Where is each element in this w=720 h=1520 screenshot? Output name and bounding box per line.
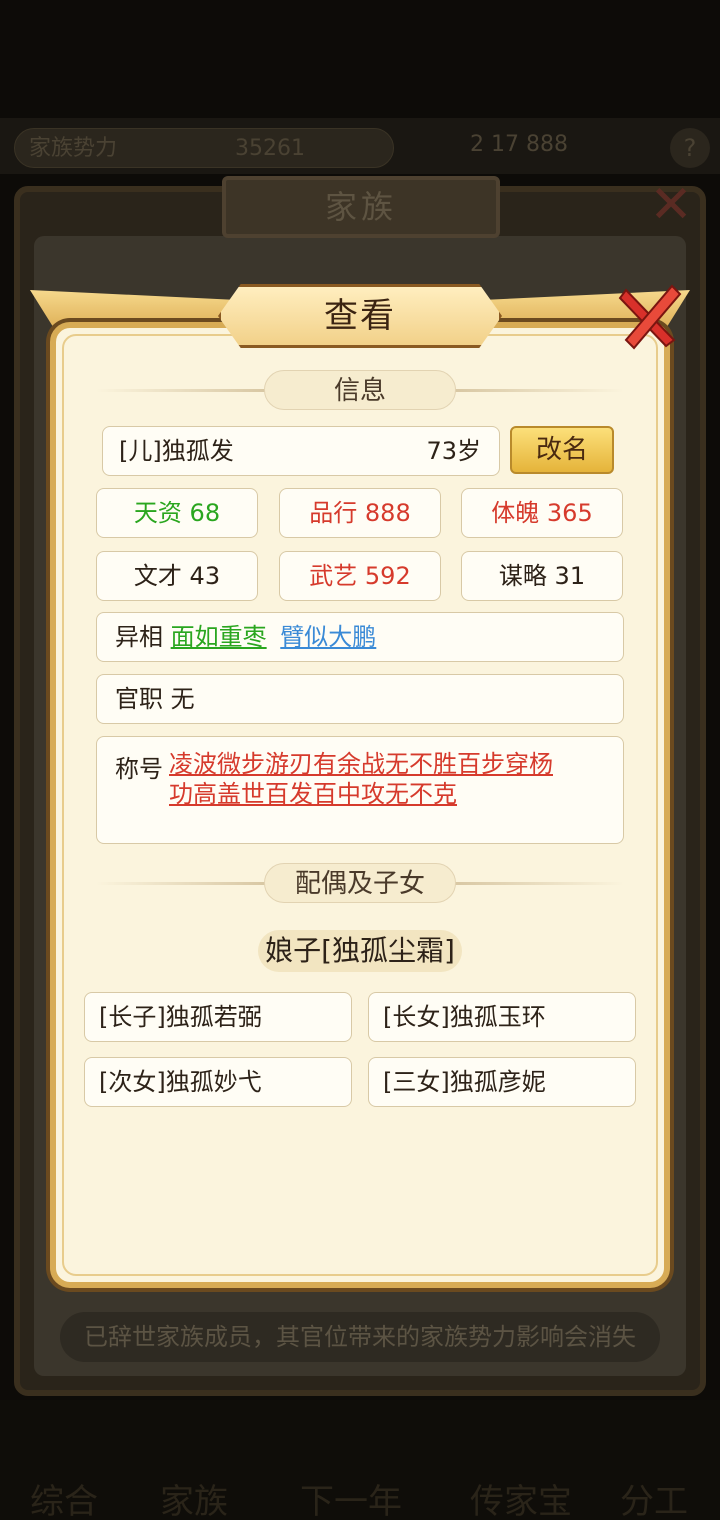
nav-next-year[interactable]: 下一年: [300, 1474, 402, 1520]
feature-link[interactable]: 臂似大鹏: [280, 623, 376, 651]
family-power-label: 家族势力: [29, 136, 118, 161]
family-power-badge: 家族势力 35261: [14, 128, 394, 168]
stat-talent: 天资 68: [96, 488, 258, 538]
stat-physique: 体魄 365: [461, 488, 623, 538]
stat-literary: 文才 43: [96, 551, 258, 601]
stat-strategy: 谋略 31: [461, 551, 623, 601]
child-button[interactable]: [次女]独孤妙弋: [84, 1057, 352, 1107]
stat-conduct: 品行 888: [279, 488, 441, 538]
position-box: 官职 无: [96, 674, 624, 724]
features-box: 异相 面如重枣 臂似大鹏: [96, 612, 624, 662]
child-button[interactable]: [三女]独孤彦妮: [368, 1057, 636, 1107]
bottom-nav: 综合 家族 下一年 传家宝 分工: [0, 1400, 720, 1520]
titles-line[interactable]: 凌波微步游刃有余战无不胜百步穿杨: [169, 750, 553, 778]
titles-list: 凌波微步游刃有余战无不胜百步穿杨 功高盖世百发百中攻无不克: [169, 749, 609, 809]
nav-heirloom[interactable]: 传家宝: [470, 1474, 572, 1520]
stat-martial: 武艺 592: [279, 551, 441, 601]
nav-family[interactable]: 家族: [160, 1474, 228, 1520]
spouse-button[interactable]: 娘子[独孤尘霜]: [258, 930, 462, 972]
family-section-title: 配偶及子女: [264, 863, 456, 903]
titles-box: 称号 凌波微步游刃有余战无不胜百步穿杨 功高盖世百发百中攻无不克: [96, 736, 624, 844]
child-button[interactable]: [长子]独孤若弼: [84, 992, 352, 1042]
dialog-title: 查看: [324, 296, 396, 336]
family-close-icon[interactable]: ✕: [642, 176, 700, 234]
child-button[interactable]: [长女]独孤玉环: [368, 992, 636, 1042]
resource-counter: 2 17 888: [470, 132, 568, 157]
nav-overview[interactable]: 综合: [30, 1474, 98, 1520]
titles-label: 称号: [115, 755, 163, 783]
question-icon[interactable]: ?: [670, 128, 710, 168]
deceased-notice: 已辞世家族成员，其官位带来的家族势力影响会消失: [60, 1312, 660, 1362]
titles-line[interactable]: 功高盖世百发百中攻无不克: [169, 780, 457, 808]
position-value: 无: [170, 685, 195, 713]
member-name-box: [儿]独孤发 73岁: [102, 426, 500, 476]
member-age: 73岁: [426, 437, 481, 465]
rename-button[interactable]: 改名: [510, 426, 614, 474]
nav-assignment[interactable]: 分工: [620, 1474, 688, 1520]
close-button[interactable]: [612, 282, 686, 356]
info-section-divider: 信息: [96, 370, 624, 410]
family-window-title: 家族: [222, 176, 500, 238]
member-name: [儿]独孤发: [119, 437, 234, 465]
family-section-divider: 配偶及子女: [96, 863, 624, 903]
position-label: 官职: [115, 685, 163, 713]
info-section-title: 信息: [264, 370, 456, 410]
close-icon: [618, 284, 682, 350]
features-label: 异相: [115, 623, 163, 651]
feature-link[interactable]: 面如重枣: [171, 623, 267, 651]
family-power-value: 35261: [235, 136, 305, 161]
